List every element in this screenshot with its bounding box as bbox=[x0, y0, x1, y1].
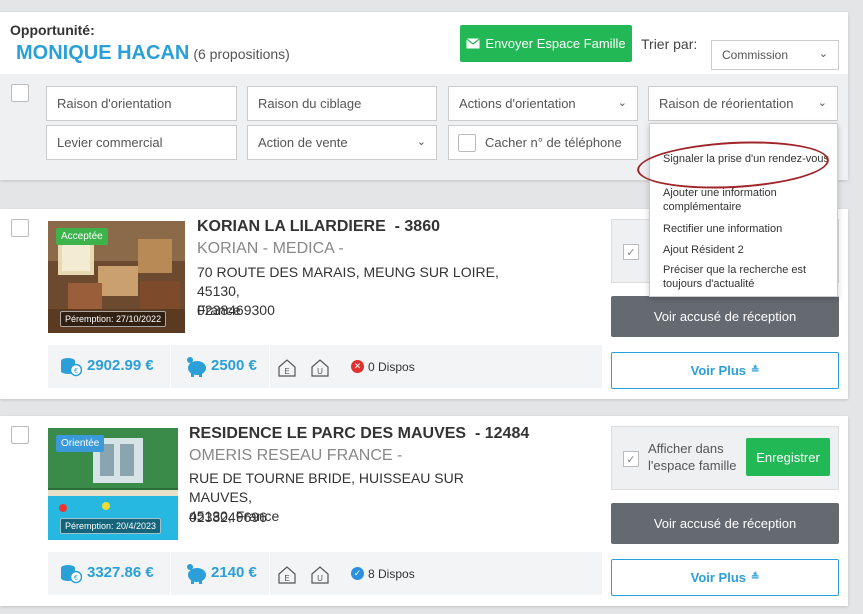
facility-group: KORIAN - MEDICA - bbox=[197, 240, 344, 257]
facility-photo[interactable]: Acceptée Péremption: 27/10/2022 bbox=[48, 221, 185, 333]
actions-orientation-label: Actions d'orientation bbox=[459, 96, 576, 111]
x-circle-icon: ✕ bbox=[351, 360, 364, 373]
chevron-down-icon: ⌄ bbox=[817, 96, 827, 109]
voir-plus-label: Voir Plus bbox=[690, 570, 746, 585]
dropdown-item-ajout-resident[interactable]: Ajout Résident 2 bbox=[663, 243, 833, 257]
cacher-telephone-label: Cacher n° de téléphone bbox=[485, 135, 622, 150]
family-space-label-line1: Afficher dans bbox=[648, 441, 724, 456]
double-chevron-down-icon: ≛ bbox=[751, 572, 760, 583]
metrics-bar: € 3327.86 € 2140 € E U ✓ 8 Dispos bbox=[48, 552, 602, 595]
facility-title[interactable]: RESIDENCE LE PARC DES MAUVES - 12484 bbox=[189, 425, 529, 443]
price-reste: 2500 € bbox=[211, 357, 257, 374]
action-vente-select[interactable]: Action de vente ⌄ bbox=[247, 125, 437, 160]
envelope-icon bbox=[466, 38, 481, 49]
family-space-label-line2: l'espace famille bbox=[648, 458, 737, 473]
voir-plus-button[interactable]: Voir Plus ≛ bbox=[611, 352, 839, 389]
chevron-down-icon: ⌄ bbox=[818, 48, 828, 61]
status-badge: Orientée bbox=[56, 435, 105, 452]
svg-text:E: E bbox=[284, 574, 289, 583]
cacher-telephone-toggle[interactable]: Cacher n° de téléphone bbox=[448, 125, 638, 160]
select-all-checkbox[interactable] bbox=[11, 84, 29, 102]
metric-divider bbox=[269, 552, 270, 595]
proposal-card: Orientée Péremption: 20/4/2023 RESIDENCE… bbox=[0, 416, 848, 606]
client-name: MONIQUE HACAN (6 propositions) bbox=[16, 42, 290, 65]
voir-accuse-button[interactable]: Voir accusé de réception bbox=[611, 503, 839, 544]
send-family-space-label: Envoyer Espace Famille bbox=[485, 36, 626, 51]
check-circle-icon: ✓ bbox=[351, 567, 364, 580]
facility-name: RESIDENCE LE PARC DES MAUVES bbox=[189, 425, 467, 442]
raison-orientation-input[interactable]: Raison d'orientation bbox=[46, 86, 237, 121]
address-line-1: RUE DE TOURNE BRIDE, HUISSEAU SUR MAUVES… bbox=[189, 470, 464, 505]
facility-id: - 12484 bbox=[474, 425, 530, 442]
family-space-checkbox[interactable]: ✓ bbox=[623, 451, 639, 467]
price-reste: 2140 € bbox=[211, 564, 257, 581]
actions-orientation-select[interactable]: Actions d'orientation ⌄ bbox=[448, 86, 638, 121]
coins-euro-icon: € bbox=[61, 565, 82, 584]
house-u-icon: U bbox=[311, 566, 329, 584]
sort-label: Trier par: bbox=[641, 36, 698, 52]
piggy-bank-icon bbox=[187, 564, 206, 584]
facility-phone: 0238469300 bbox=[197, 302, 275, 318]
svg-text:E: E bbox=[284, 367, 289, 376]
card-gutter bbox=[0, 209, 38, 399]
coins-euro-icon: € bbox=[61, 358, 82, 377]
availability-count: 0 Dispos bbox=[368, 360, 415, 374]
opportunity-label: Opportunité: bbox=[10, 22, 95, 38]
address-line-1: 70 ROUTE DES MARAIS, MEUNG SUR LOIRE, 45… bbox=[197, 264, 499, 299]
availability-count: 8 Dispos bbox=[368, 567, 415, 581]
metric-divider bbox=[269, 345, 270, 388]
dropdown-item-recherche-actualite[interactable]: Préciser que la recherche est toujours d… bbox=[663, 263, 833, 291]
house-u-icon: U bbox=[311, 359, 329, 377]
voir-accuse-button[interactable]: Voir accusé de réception bbox=[611, 296, 839, 337]
levier-commercial-input[interactable]: Levier commercial bbox=[46, 125, 237, 160]
svg-text:€: € bbox=[74, 575, 78, 582]
house-e-icon: E bbox=[278, 566, 296, 584]
price-total: 2902.99 € bbox=[87, 357, 154, 374]
cacher-telephone-checkbox[interactable] bbox=[458, 134, 476, 152]
metric-divider bbox=[170, 345, 171, 388]
chevron-down-icon: ⌄ bbox=[617, 96, 627, 109]
svg-text:U: U bbox=[317, 367, 323, 376]
facility-name: KORIAN LA LILARDIERE bbox=[197, 218, 386, 235]
chevron-down-icon: ⌄ bbox=[416, 135, 426, 148]
svg-text:U: U bbox=[317, 574, 323, 583]
dropdown-item-rectifier-info[interactable]: Rectifier une information bbox=[663, 222, 833, 236]
raison-reorientation-label: Raison de réorientation bbox=[659, 96, 794, 111]
double-chevron-down-icon: ≛ bbox=[751, 365, 760, 376]
facility-id: - 3860 bbox=[394, 218, 440, 235]
metrics-bar: € 2902.99 € 2500 € E U ✕ 0 Dispos bbox=[48, 345, 602, 388]
facility-group: OMERIS RESEAU FRANCE - bbox=[189, 447, 403, 464]
expiry-date: Péremption: 20/4/2023 bbox=[60, 518, 162, 534]
voir-plus-button[interactable]: Voir Plus ≛ bbox=[611, 559, 839, 596]
raison-reorientation-select[interactable]: Raison de réorientation ⌄ bbox=[648, 86, 838, 121]
card-select-checkbox[interactable] bbox=[11, 219, 29, 237]
card-gutter bbox=[0, 416, 38, 606]
sort-select-value: Commission bbox=[722, 48, 789, 62]
house-e-icon: E bbox=[278, 359, 296, 377]
send-family-space-button[interactable]: Envoyer Espace Famille bbox=[460, 25, 632, 62]
family-space-label: Afficher dans l'espace famille bbox=[648, 440, 736, 474]
status-badge: Acceptée bbox=[56, 228, 108, 245]
svg-text:€: € bbox=[74, 368, 78, 375]
family-space-box: ✓ Afficher dans l'espace famille Enregis… bbox=[611, 426, 839, 490]
piggy-bank-icon bbox=[187, 357, 206, 377]
facility-photo[interactable]: Orientée Péremption: 20/4/2023 bbox=[48, 428, 178, 540]
price-total: 3327.86 € bbox=[87, 564, 154, 581]
family-space-checkbox[interactable]: ✓ bbox=[623, 244, 639, 260]
dropdown-item-ajouter-info[interactable]: Ajouter une information complémentaire bbox=[663, 186, 833, 214]
voir-plus-label: Voir Plus bbox=[690, 363, 746, 378]
sort-select[interactable]: Commission ⌄ bbox=[711, 40, 839, 70]
metric-divider bbox=[170, 552, 171, 595]
save-button[interactable]: Enregistrer bbox=[746, 438, 830, 476]
card-select-checkbox[interactable] bbox=[11, 426, 29, 444]
facility-title[interactable]: KORIAN LA LILARDIERE - 3860 bbox=[197, 218, 440, 236]
raison-ciblage-input[interactable]: Raison du ciblage bbox=[247, 86, 437, 121]
client-name-text: MONIQUE HACAN bbox=[16, 42, 190, 64]
facility-phone: 0238249696 bbox=[189, 509, 267, 525]
expiry-date: Péremption: 27/10/2022 bbox=[60, 311, 167, 327]
proposals-count: (6 propositions) bbox=[193, 46, 290, 62]
action-vente-label: Action de vente bbox=[258, 135, 348, 150]
